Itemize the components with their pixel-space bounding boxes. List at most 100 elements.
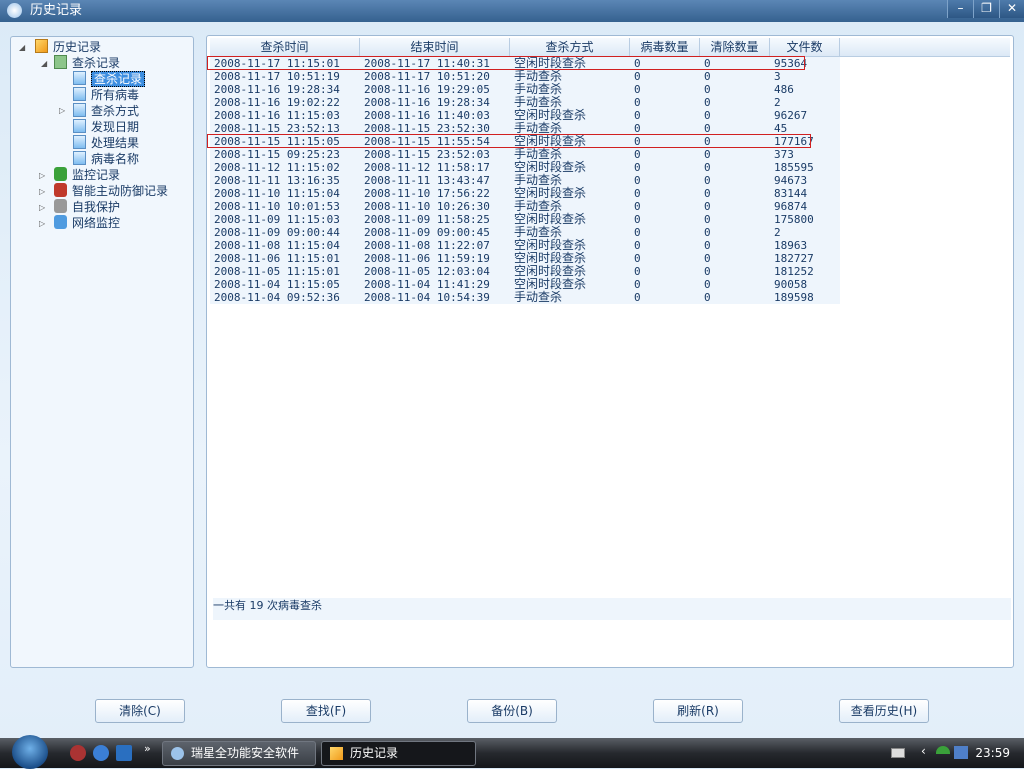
document-icon	[73, 71, 86, 85]
cell: 2008-11-17 10:51:20	[364, 70, 490, 83]
cell: 18963	[774, 239, 808, 252]
action-button-0[interactable]: 清除(C)	[95, 699, 185, 723]
table-row[interactable]: 2008-11-04 09:52:36 2008-11-04 10:54:39 手动…	[210, 291, 840, 304]
keyboard-icon[interactable]	[891, 748, 905, 758]
expand-icon[interactable]: ▷	[39, 219, 45, 228]
cell: 0	[704, 226, 711, 239]
cell: 2008-11-16 11:15:03	[214, 109, 340, 122]
cell: 182727	[774, 252, 814, 265]
history-tree: ◢ 历史记录 ◢ 查杀记录 查杀记录 所有病毒 查杀方式 ▷ 发现日期 处理结果 病毒名称 …	[10, 36, 194, 668]
cell: 0	[634, 83, 641, 96]
action-button-1[interactable]: 查找(F)	[281, 699, 371, 723]
cell: 94673	[774, 174, 808, 187]
task-rising[interactable]: 瑞星全功能安全软件	[162, 741, 316, 766]
tree-root-label: 历史记录	[53, 40, 102, 54]
document-icon	[73, 119, 86, 133]
cell: 90058	[774, 278, 808, 291]
cell: 486	[774, 83, 794, 96]
expand-icon[interactable]: ▷	[39, 171, 45, 180]
category-icon	[54, 167, 67, 181]
expand-icon[interactable]: ▷	[39, 203, 45, 212]
cell: 0	[704, 252, 711, 265]
tree-scan-records[interactable]: 查杀记录	[54, 55, 120, 71]
column-header[interactable]: 结束时间	[360, 38, 510, 57]
expand-icon[interactable]: ▷	[39, 187, 45, 196]
column-header[interactable]: 病毒数量	[630, 38, 700, 57]
tree-item-label: 处理结果	[91, 136, 140, 150]
tree-item-label: 查杀记录	[91, 71, 146, 87]
cell: 2008-11-09 11:58:25	[364, 213, 490, 226]
cell: 0	[634, 226, 641, 239]
tree-item-5[interactable]: 病毒名称	[73, 151, 139, 167]
cell: 0	[704, 70, 711, 83]
cell: 0	[704, 83, 711, 96]
cell: 0	[634, 161, 641, 174]
task-history[interactable]: 历史记录	[321, 741, 476, 766]
cell: 2008-11-12 11:58:17	[364, 161, 490, 174]
column-header[interactable]: 查杀时间	[210, 38, 360, 57]
category-icon	[54, 183, 67, 197]
action-button-2[interactable]: 备份(B)	[467, 699, 557, 723]
network-icon[interactable]	[954, 746, 968, 759]
cell: 0	[704, 174, 711, 187]
cell: 2008-11-16 19:02:22	[214, 96, 340, 109]
column-header[interactable]: 文件数	[770, 38, 840, 57]
tree-root[interactable]: 历史记录	[35, 39, 101, 55]
more-icon[interactable]: »	[144, 742, 151, 755]
tree-other-label: 智能主动防御记录	[72, 184, 169, 198]
restore-button[interactable]: ❐	[973, 0, 999, 18]
tree-item-4[interactable]: 处理结果	[73, 135, 139, 151]
cell: 0	[704, 265, 711, 278]
cell: 0	[704, 109, 711, 122]
tree-item-0[interactable]: 查杀记录	[73, 71, 146, 87]
window-title: 历史记录	[30, 3, 83, 18]
taskbar: » 瑞星全功能安全软件 历史记录 ‹ 23:59	[0, 735, 1024, 769]
cell: 2008-11-09 11:15:03	[214, 213, 340, 226]
cell: 83144	[774, 187, 808, 200]
expand-icon[interactable]: ▷	[59, 106, 65, 115]
tree-other-0[interactable]: 监控记录	[54, 167, 120, 183]
collapse-icon[interactable]: ◢	[19, 43, 25, 52]
tree-item-3[interactable]: 发现日期	[73, 119, 139, 135]
cell: 2008-11-10 10:26:30	[364, 200, 490, 213]
cell: 2008-11-11 13:16:35	[214, 174, 340, 187]
cell: 0	[704, 148, 711, 161]
category-icon	[54, 199, 67, 213]
document-icon	[73, 135, 86, 149]
quicklaunch-icon[interactable]	[70, 745, 86, 761]
tree-item-2[interactable]: 查杀方式	[73, 103, 139, 119]
tree-other-label: 自我保护	[72, 200, 121, 214]
cell: 2008-11-04 09:52:36	[214, 291, 340, 304]
tree-item-1[interactable]: 所有病毒	[73, 87, 139, 103]
column-header[interactable]: 清除数量	[700, 38, 770, 57]
umbrella-icon[interactable]	[936, 746, 950, 754]
task-label: 瑞星全功能安全软件	[191, 746, 300, 760]
title-bar: 历史记录 – ❐ ✕	[0, 0, 1024, 22]
cell: 2008-11-15 09:25:23	[214, 148, 340, 161]
collapse-icon[interactable]: ◢	[41, 59, 47, 68]
folder-icon	[35, 39, 48, 53]
minimize-button[interactable]: –	[947, 0, 973, 18]
cell: 175800	[774, 213, 814, 226]
cell: 96267	[774, 109, 808, 122]
cell: 0	[634, 96, 641, 109]
cell: 189598	[774, 291, 814, 304]
quicklaunch-icon[interactable]	[93, 745, 109, 761]
action-button-4[interactable]: 查看历史(H)	[839, 699, 929, 723]
table-header: 查杀时间 结束时间 查杀方式 病毒数量 清除数量 文件数	[210, 38, 1010, 57]
tree-other-2[interactable]: 自我保护	[54, 199, 120, 215]
close-button[interactable]: ✕	[999, 0, 1024, 18]
quicklaunch-icon[interactable]	[116, 745, 132, 761]
cell: 2008-11-04 10:54:39	[364, 291, 490, 304]
column-header[interactable]: 查杀方式	[510, 38, 630, 57]
start-button[interactable]	[12, 735, 48, 769]
cell: 0	[704, 200, 711, 213]
cell: 0	[704, 278, 711, 291]
action-button-3[interactable]: 刷新(R)	[653, 699, 743, 723]
tree-other-3[interactable]: 网络监控	[54, 215, 120, 231]
show-hidden-icons[interactable]: ‹	[921, 744, 926, 758]
tree-other-1[interactable]: 智能主动防御记录	[54, 183, 168, 199]
scan-icon	[54, 55, 67, 69]
task-label: 历史记录	[350, 746, 399, 760]
cell: 0	[634, 291, 641, 304]
